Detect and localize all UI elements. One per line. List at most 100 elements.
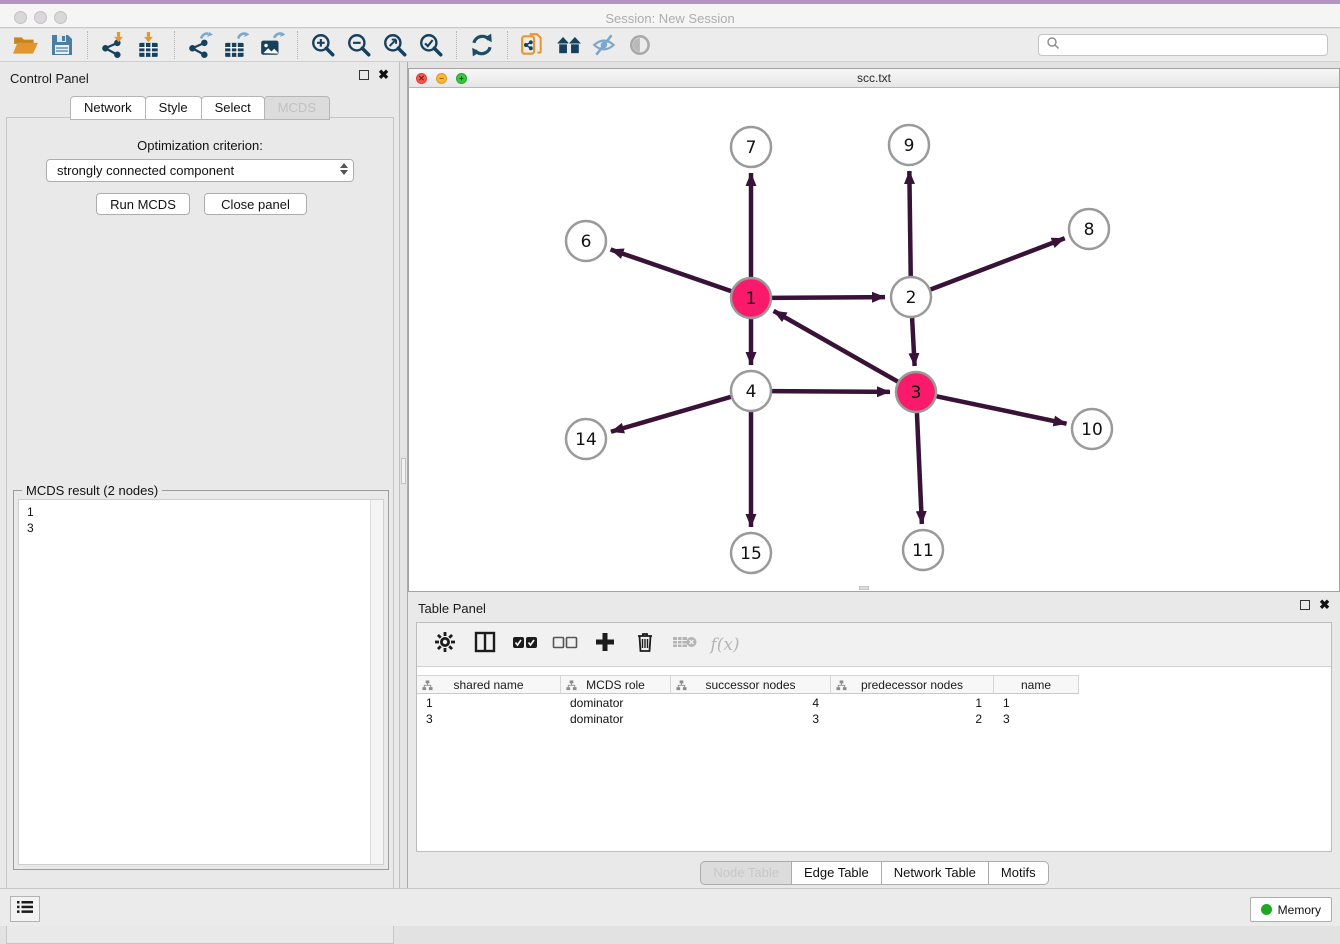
close-panel-button[interactable]: Close panel bbox=[204, 193, 307, 215]
table-panel-title: Table Panel bbox=[418, 601, 486, 616]
optimization-criterion-select[interactable]: strongly connected component bbox=[46, 159, 354, 182]
graph-node-label: 4 bbox=[746, 382, 757, 402]
tab-node-table[interactable]: Node Table bbox=[700, 861, 792, 885]
table-header-row: shared nameMCDS rolesuccessor nodes prede… bbox=[417, 675, 1079, 694]
zoom-fit-button[interactable] bbox=[377, 30, 413, 60]
graph-edge-4-3[interactable] bbox=[772, 391, 890, 392]
tab-network-table[interactable]: Network Table bbox=[881, 861, 989, 885]
hide-selected-button[interactable] bbox=[587, 30, 623, 60]
graph-edge-2-3[interactable] bbox=[912, 318, 915, 366]
graph-edge-4-14[interactable] bbox=[611, 397, 731, 432]
control-panel-header: Control Panel ✖ bbox=[0, 62, 399, 92]
graph-edge-3-1[interactable] bbox=[774, 311, 898, 382]
column-header-shared-name[interactable]: shared name bbox=[417, 675, 561, 694]
tab-edge-table[interactable]: Edge Table bbox=[791, 861, 882, 885]
unchecked-boxes-icon bbox=[552, 634, 578, 655]
graph-edge-2-8[interactable] bbox=[931, 238, 1065, 289]
search-field[interactable] bbox=[1038, 34, 1328, 56]
run-mcds-button[interactable]: Run MCDS bbox=[96, 193, 190, 215]
import-table-icon bbox=[136, 32, 162, 58]
close-panel-icon[interactable]: ✖ bbox=[1319, 600, 1330, 610]
gear-icon bbox=[434, 631, 456, 658]
show-column-panel-button[interactable] bbox=[473, 633, 497, 657]
cytoscape-app: Session: New Session bbox=[0, 0, 1340, 926]
toolbar-separator bbox=[507, 31, 508, 59]
table-tabs: Node TableEdge TableNetwork TableMotifs bbox=[408, 861, 1340, 885]
column-header-predecessor-nodes[interactable]: predecessor nodes bbox=[831, 675, 994, 694]
refresh-button[interactable] bbox=[464, 30, 500, 60]
create-column-button[interactable] bbox=[593, 633, 617, 657]
export-table-button[interactable] bbox=[218, 30, 254, 60]
home-layout-button[interactable] bbox=[551, 30, 587, 60]
mcds-result-box: MCDS result (2 nodes) 13 bbox=[13, 490, 389, 870]
column-label: predecessor nodes bbox=[861, 678, 963, 692]
column-header-name[interactable]: name bbox=[994, 675, 1079, 694]
delete-column-button[interactable] bbox=[633, 633, 657, 657]
tab-mcds[interactable]: MCDS bbox=[264, 96, 330, 120]
fx-icon: f(x) bbox=[710, 635, 739, 655]
mcds-result-title: MCDS result (2 nodes) bbox=[22, 483, 162, 498]
result-item: 3 bbox=[27, 520, 375, 536]
column-header-MCDS-role[interactable]: MCDS role bbox=[561, 675, 671, 694]
clone-network-icon bbox=[520, 32, 546, 58]
open-folder-icon bbox=[13, 33, 39, 57]
save-session-button[interactable] bbox=[44, 30, 80, 60]
export-image-button[interactable] bbox=[254, 30, 290, 60]
zoom-in-button[interactable] bbox=[305, 30, 341, 60]
cell-shared-name: 1 bbox=[417, 695, 561, 711]
toolbar-separator bbox=[456, 31, 457, 59]
trash-icon bbox=[635, 631, 655, 658]
deselect-all-rows-button[interactable] bbox=[553, 633, 577, 657]
show-all-button[interactable] bbox=[623, 30, 659, 60]
network-window-title: scc.txt bbox=[409, 69, 1339, 87]
float-panel-icon[interactable] bbox=[1300, 600, 1310, 610]
save-icon bbox=[50, 33, 74, 57]
app-title: Session: New Session bbox=[0, 8, 1340, 30]
task-history-button[interactable] bbox=[10, 896, 40, 922]
result-scrollbar[interactable] bbox=[370, 500, 383, 864]
open-session-button[interactable] bbox=[8, 30, 44, 60]
graph-edge-3-10[interactable] bbox=[937, 396, 1067, 423]
table-settings-button[interactable] bbox=[433, 633, 457, 657]
eye-slash-icon bbox=[592, 32, 618, 58]
table-body: 1dominator4113dominator323 bbox=[417, 695, 1331, 851]
graph-edge-1-6[interactable] bbox=[611, 249, 732, 291]
tab-style[interactable]: Style bbox=[145, 96, 202, 120]
panel-divider[interactable] bbox=[400, 62, 408, 888]
clone-network-button[interactable] bbox=[515, 30, 551, 60]
float-panel-icon[interactable] bbox=[359, 70, 369, 80]
table-row[interactable]: 3dominator323 bbox=[417, 711, 1331, 727]
network-graph[interactable]: 7968124314101511 bbox=[409, 88, 1339, 591]
graph-node-label: 11 bbox=[912, 541, 934, 561]
export-network-button[interactable] bbox=[182, 30, 218, 60]
zoom-out-button[interactable] bbox=[341, 30, 377, 60]
tab-select[interactable]: Select bbox=[201, 96, 265, 120]
graph-edge-2-9[interactable] bbox=[909, 171, 910, 276]
column-header-successor-nodes[interactable]: successor nodes bbox=[671, 675, 831, 694]
function-builder-button[interactable]: f(x) bbox=[713, 633, 737, 657]
graph-node-label: 14 bbox=[575, 430, 597, 450]
table-panel: Table Panel ✖ bbox=[408, 592, 1340, 888]
table-row[interactable]: 1dominator411 bbox=[417, 695, 1331, 711]
toolbar-separator bbox=[174, 31, 175, 59]
mcds-result-list[interactable]: 13 bbox=[18, 499, 384, 865]
tab-motifs[interactable]: Motifs bbox=[988, 861, 1049, 885]
search-input[interactable] bbox=[1061, 38, 1327, 52]
network-canvas[interactable]: 7968124314101511 bbox=[409, 88, 1339, 591]
tab-network[interactable]: Network bbox=[70, 96, 146, 120]
delete-table-button[interactable] bbox=[673, 633, 697, 657]
canvas-resize-handle[interactable] bbox=[859, 586, 869, 590]
graph-edge-3-11[interactable] bbox=[917, 413, 922, 524]
import-network-button[interactable] bbox=[95, 30, 131, 60]
import-table-button[interactable] bbox=[131, 30, 167, 60]
zoom-selected-button[interactable] bbox=[413, 30, 449, 60]
panel-divider-handle[interactable] bbox=[401, 458, 406, 484]
select-all-rows-button[interactable] bbox=[513, 633, 537, 657]
graph-edge-1-2[interactable] bbox=[772, 297, 885, 298]
node-table-container: f(x) shared nameMCDS rolesuccessor nodes… bbox=[416, 622, 1332, 852]
memory-button[interactable]: Memory bbox=[1250, 897, 1332, 922]
result-item: 1 bbox=[27, 504, 375, 520]
network-window-titlebar[interactable]: ✕ − + scc.txt bbox=[409, 69, 1339, 88]
cell-predecessor-nodes: 2 bbox=[831, 711, 994, 727]
close-panel-icon[interactable]: ✖ bbox=[378, 70, 389, 80]
